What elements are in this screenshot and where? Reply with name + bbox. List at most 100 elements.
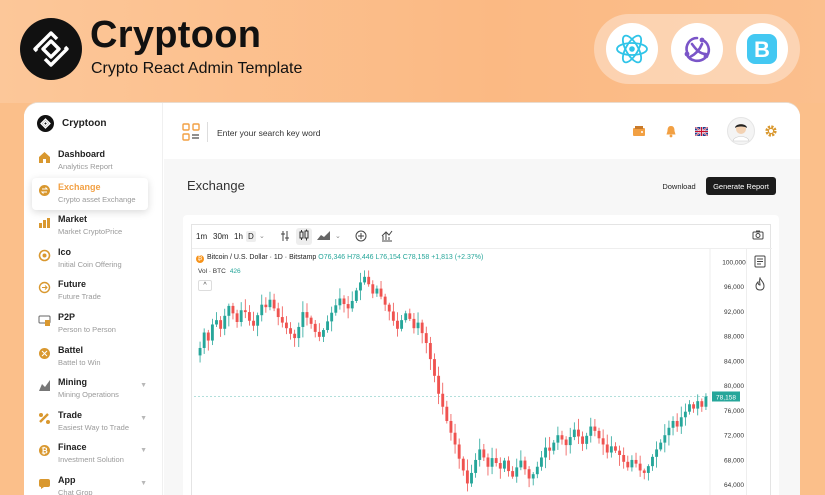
sidebar-item-label: Future — [58, 279, 86, 290]
chevron-down-icon[interactable]: ▼ — [140, 415, 147, 422]
candle-body — [387, 304, 391, 312]
exchange-icon — [38, 184, 51, 197]
admin-app-window: Cryptoon Dashboard Analytics Report Exchan… — [24, 103, 800, 495]
bell-icon[interactable] — [664, 124, 678, 138]
sidebar-item-finace[interactable]: ₿ Finace Investment Solution ▼ — [24, 438, 163, 471]
candle-body — [544, 447, 547, 458]
cryptoon-logo — [20, 18, 82, 80]
candle-body — [231, 305, 235, 314]
area-chart-icon[interactable] — [317, 230, 331, 244]
candle-body — [519, 460, 523, 468]
candle-body — [433, 359, 436, 376]
indicators-icon[interactable] — [280, 230, 290, 245]
candle-body — [206, 332, 210, 341]
candle-body — [243, 310, 247, 313]
candle-body — [683, 411, 687, 418]
compare-chart-icon[interactable] — [381, 230, 393, 245]
candle-body — [638, 463, 642, 471]
trading-chart: 1m 30m 1h D ⌄ ⌄ ₿ Bitcoin / U.S. Dollar … — [191, 224, 772, 495]
sidebar-item-app[interactable]: App Chat Grop ▼ — [24, 471, 163, 495]
candle-body — [696, 401, 700, 409]
sidebar-item-sublabel: Future Trade — [58, 292, 101, 302]
candle-body — [297, 326, 301, 339]
candle-body — [704, 396, 708, 407]
chevron-down-icon[interactable]: ▼ — [140, 480, 147, 487]
candle-type-icon[interactable] — [296, 228, 312, 245]
candle-body — [494, 458, 498, 464]
sidebar-item-battel[interactable]: Battel Battel to Win — [24, 341, 163, 374]
sidebar-item-sublabel: Investment Solution — [58, 455, 124, 465]
candle-body — [363, 276, 367, 283]
sidebar-item-dashboard[interactable]: Dashboard Analytics Report — [24, 145, 163, 178]
candle-body — [449, 420, 453, 433]
app-icon — [38, 477, 51, 490]
sidebar-item-market[interactable]: Market Market CryptoPrice — [24, 210, 163, 243]
sidebar-item-future[interactable]: Future Future Trade — [24, 275, 163, 308]
search-input[interactable]: Enter your search key word — [217, 128, 320, 138]
battle-icon — [38, 347, 51, 360]
topbar: Enter your search key word — [164, 103, 800, 159]
add-indicator-icon[interactable] — [355, 230, 367, 245]
trade-icon — [38, 412, 51, 425]
candle-body — [239, 310, 243, 322]
candle-body — [535, 466, 539, 475]
sidebar-item-ico[interactable]: Ico Initial Coin Offering — [24, 243, 163, 276]
sidebar-item-p2p[interactable]: P2P Person to Person — [24, 308, 163, 341]
chart-type-chevron-icon[interactable]: ⌄ — [335, 232, 341, 240]
candle-body — [247, 312, 251, 321]
generate-report-button[interactable]: Generate Report — [706, 177, 776, 195]
cryptoon-logo-small — [37, 115, 54, 132]
timeframe-chevron-icon[interactable]: ⌄ — [259, 232, 265, 240]
camera-icon[interactable] — [752, 230, 764, 243]
chevron-down-icon[interactable]: ▼ — [140, 447, 147, 454]
avatar[interactable] — [727, 117, 755, 145]
timeframe-1h[interactable]: 1h — [234, 232, 243, 241]
timeframe-d[interactable]: D — [246, 231, 256, 242]
redux-icon — [670, 23, 723, 75]
settings-gear-icon[interactable] — [764, 124, 778, 138]
candle-body — [564, 439, 568, 446]
candle-body — [260, 304, 264, 316]
candle-body — [556, 435, 560, 443]
sidebar-brand[interactable]: Cryptoon — [37, 115, 106, 132]
svg-text:₿: ₿ — [41, 447, 48, 456]
sidebar-item-sublabel: Market CryptoPrice — [58, 227, 123, 237]
hotlist-flame-icon[interactable] — [754, 276, 766, 296]
sidebar-item-exchange[interactable]: Exchange Crypto asset Exchange — [32, 177, 148, 211]
sidebar-item-label: Battel — [58, 344, 84, 355]
timeframe-30m[interactable]: 30m — [213, 232, 229, 241]
candle-body — [309, 317, 313, 324]
grid-menu-icon[interactable] — [182, 123, 200, 141]
timeframe-1m[interactable]: 1m — [196, 232, 207, 241]
price-chart-canvas[interactable]: 100,000 96,000 92,000 88,000 84,000 80,000 76,… — [192, 249, 746, 495]
uk-flag-icon[interactable] — [694, 124, 708, 138]
sidebar-item-mining[interactable]: Mining Mining Operations ▼ — [24, 373, 163, 406]
candle-body — [280, 317, 284, 323]
y-tick-label: 92,000 — [724, 309, 744, 316]
bitcoin-icon: ₿ — [38, 444, 51, 457]
y-tick-label: 84,000 — [724, 358, 744, 365]
react-icon — [606, 23, 659, 75]
y-tick-label: 80,000 — [724, 383, 744, 390]
sidebar-item-trade[interactable]: Trade Easiest Way to Trade ▼ — [24, 406, 163, 439]
notes-icon[interactable] — [754, 255, 766, 273]
y-tick-label: 68,000 — [724, 457, 744, 464]
sidebar-item-label: Market — [58, 214, 88, 225]
download-button[interactable]: Download — [655, 177, 703, 195]
candle-body — [359, 282, 362, 291]
candle-body — [317, 331, 321, 337]
candle-body — [486, 457, 490, 467]
candle-body — [601, 438, 605, 445]
candle-body — [428, 343, 432, 360]
candle-body — [515, 467, 519, 477]
sidebar: Cryptoon Dashboard Analytics Report Exchan… — [24, 103, 163, 495]
candle-body — [322, 330, 325, 337]
sidebar-nav: Dashboard Analytics Report Exchange Crypto … — [24, 145, 163, 495]
main-content: Exchange Download Generate Report 1m 30m… — [164, 159, 800, 495]
tech-stack: B — [594, 14, 800, 84]
candle-body — [391, 311, 395, 321]
wallet-icon[interactable] — [632, 124, 646, 138]
candle-body — [478, 449, 482, 460]
candle-body — [692, 404, 696, 409]
chevron-down-icon[interactable]: ▼ — [140, 382, 147, 389]
